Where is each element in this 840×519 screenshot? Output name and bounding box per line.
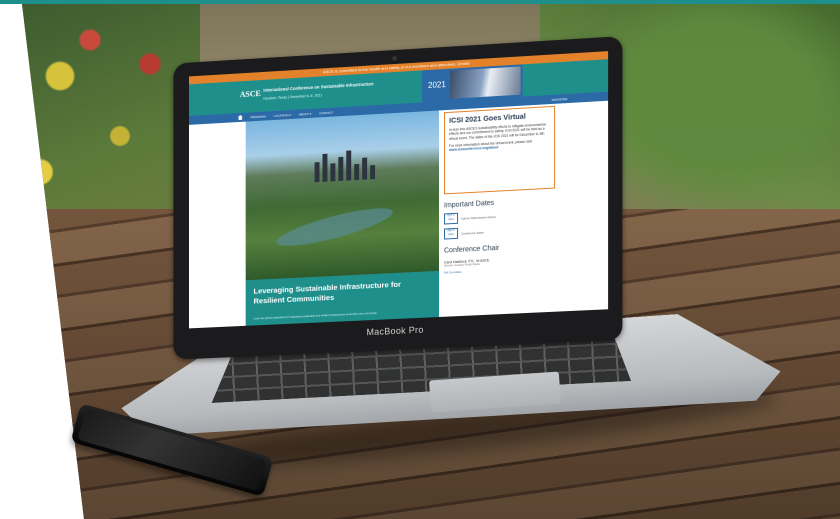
- skyline-building: [370, 165, 376, 180]
- full-committee-link[interactable]: Full Committee: [444, 266, 555, 275]
- skyline-building: [314, 162, 320, 183]
- top-accent-strip: [0, 0, 840, 4]
- home-icon[interactable]: [238, 115, 243, 120]
- date-label: Call for Submissions Opens: [461, 214, 496, 221]
- important-dates-title: Important Dates: [444, 199, 495, 210]
- conference-chair-title: Conference Chair: [444, 244, 500, 255]
- nav-item-location[interactable]: LOCATION ▾: [274, 113, 291, 118]
- conference-subtitle: Houston, Texas | December 6–9, 2021: [263, 93, 323, 101]
- camera-icon: [392, 55, 397, 62]
- train-image: [450, 66, 521, 99]
- year-banner: 2021: [421, 64, 523, 103]
- nav-item-contact[interactable]: CONTACT: [319, 110, 333, 115]
- skyline-building: [338, 156, 344, 182]
- asce-logo[interactable]: ASCE: [240, 89, 261, 99]
- date-row: DEC 6 2021 Conference Starts: [444, 223, 555, 240]
- conference-title: International Conference on Sustainable …: [263, 81, 374, 93]
- laptop-screen-bezel: ASCE is committed to the health and safe…: [173, 36, 623, 360]
- left-column: [189, 121, 244, 329]
- virtual-notice-box: ICSI 2021 Goes Virtual In lean into ASCE…: [444, 105, 556, 195]
- year-label: 2021: [427, 79, 446, 91]
- skyline-building: [362, 157, 368, 180]
- page-content: Leveraging Sustainable Infrastructure fo…: [189, 101, 608, 329]
- date-row: OCT 1 2021 Call for Submissions Opens: [444, 208, 555, 225]
- flowers-foliage: [22, 4, 200, 244]
- skyline-building: [330, 163, 336, 182]
- hero-caption: Leveraging Sustainable Infrastructure fo…: [245, 270, 440, 326]
- photo-scene: ASCE is committed to the health and safe…: [0, 0, 840, 519]
- date-badge: OCT 1 2021: [444, 212, 459, 225]
- hero-image: [245, 110, 440, 281]
- skyline-building: [322, 153, 328, 182]
- date-label: Conference Starts: [461, 230, 484, 236]
- nav-item-program[interactable]: PROGRAM: [251, 114, 266, 119]
- date-badge: DEC 6 2021: [444, 227, 459, 240]
- bayou-river: [274, 201, 395, 254]
- skyline-building: [354, 163, 360, 181]
- nav-item-register[interactable]: REGISTER: [552, 97, 568, 102]
- nav-item-about[interactable]: ABOUT ▾: [299, 111, 311, 116]
- right-column: ICSI 2021 Goes Virtual In lean into ASCE…: [444, 105, 556, 317]
- laptop-screen: ASCE is committed to the health and safe…: [189, 51, 609, 329]
- skyline-building: [346, 150, 352, 181]
- hero-description: Learn the global implications of integra…: [253, 311, 378, 321]
- hero-title: Leveraging Sustainable Infrastructure fo…: [253, 279, 401, 306]
